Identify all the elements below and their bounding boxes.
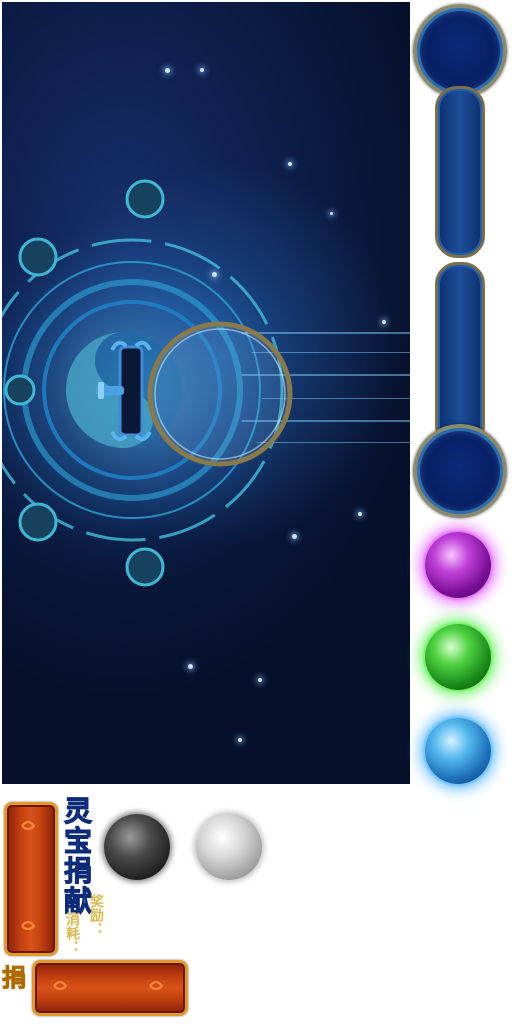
purple-orb-icon[interactable] xyxy=(425,532,491,598)
green-orb-icon[interactable] xyxy=(425,624,491,690)
swirl-ornament-icon xyxy=(53,981,164,990)
portal-ring-icon xyxy=(147,321,293,467)
magic-rune-circle-icon xyxy=(2,179,410,587)
vertical-wood-panel xyxy=(4,802,58,956)
swirl-ornament-icon xyxy=(21,821,36,930)
lower-slider-track[interactable] xyxy=(435,262,485,448)
light-ball-icon xyxy=(196,814,262,880)
bottom-knob[interactable] xyxy=(413,424,507,518)
cost-label: 消耗： xyxy=(64,912,80,954)
starfield-panel xyxy=(2,2,410,784)
blue-orb-icon[interactable] xyxy=(425,718,491,784)
top-knob[interactable] xyxy=(413,4,507,98)
donate-button[interactable] xyxy=(32,960,188,1016)
reward-label: 奖励： xyxy=(88,894,104,936)
upper-slider-track[interactable] xyxy=(435,86,485,258)
dark-ball-icon xyxy=(104,814,170,880)
